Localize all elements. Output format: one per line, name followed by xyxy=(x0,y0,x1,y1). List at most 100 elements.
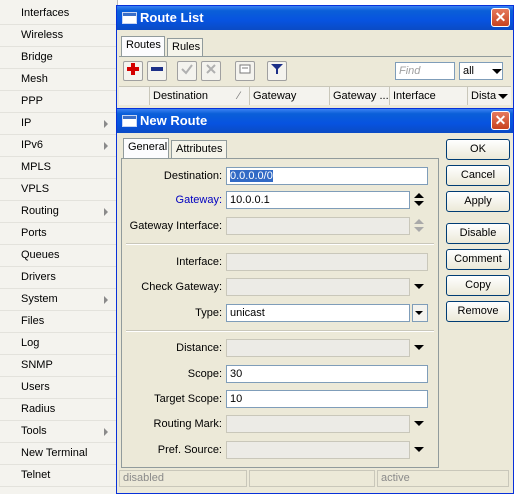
submenu-arrow-icon xyxy=(104,428,108,436)
gateway-updown-icon[interactable] xyxy=(414,193,424,207)
menu-item-ip[interactable]: IP xyxy=(0,113,116,135)
general-panel: Destination: 0.0.0.0/0 Gateway: 10.0.0.1… xyxy=(121,158,439,468)
menu-item-files[interactable]: Files xyxy=(0,311,116,333)
find-input[interactable]: Find xyxy=(395,62,455,80)
chevron-down-icon[interactable] xyxy=(414,284,424,289)
route-list-titlebar[interactable]: Route List ✕ xyxy=(117,6,513,30)
find-placeholder: Find xyxy=(399,65,421,77)
cancel-button[interactable]: Cancel xyxy=(446,165,510,186)
plus-icon xyxy=(127,63,139,75)
chevron-down-icon[interactable] xyxy=(414,447,424,452)
window-icon xyxy=(122,12,137,24)
window-icon xyxy=(122,115,137,127)
destination-field[interactable]: 0.0.0.0/0 xyxy=(226,167,428,185)
type-label: Type: xyxy=(195,307,222,319)
menu-item-interfaces[interactable]: Interfaces xyxy=(0,3,116,25)
column-distance[interactable]: Dista xyxy=(467,87,511,105)
status-empty xyxy=(249,470,375,487)
menu-item-label: Tools xyxy=(21,425,47,437)
menu-item-vpls[interactable]: VPLS xyxy=(0,179,116,201)
menu-item-ipv6[interactable]: IPv6 xyxy=(0,135,116,157)
menu-item-routing[interactable]: Routing xyxy=(0,201,116,223)
status-right-text: active xyxy=(381,472,410,484)
remove-button[interactable] xyxy=(147,61,167,81)
tab-attributes[interactable]: Attributes xyxy=(171,140,227,158)
target-scope-field[interactable]: 10 xyxy=(226,390,428,408)
scope-field[interactable]: 30 xyxy=(226,365,428,383)
route-list-window: Route List ✕ Routes Rules Find all Desti… xyxy=(116,5,514,115)
menu-item-label: Ports xyxy=(21,227,47,239)
menu-item-telnet[interactable]: Telnet xyxy=(0,465,116,487)
comment-button[interactable] xyxy=(235,61,255,81)
menu-item-system[interactable]: System xyxy=(0,289,116,311)
menu-item-log[interactable]: Log xyxy=(0,333,116,355)
submenu-arrow-icon xyxy=(104,296,108,304)
column-destination[interactable]: Destination ⁄ xyxy=(149,87,253,105)
menu-item-label: Users xyxy=(21,381,50,393)
chevron-down-icon xyxy=(492,69,502,74)
filter-select[interactable]: all xyxy=(459,62,503,80)
sort-icon: ⁄ xyxy=(238,90,240,102)
menu-item-snmp[interactable]: SNMP xyxy=(0,355,116,377)
check-gateway-select[interactable] xyxy=(226,278,410,296)
add-button[interactable] xyxy=(123,61,143,81)
column-label: Gateway ... xyxy=(333,90,389,102)
column-interface[interactable]: Interface xyxy=(389,87,471,105)
disable-button[interactable]: Disable xyxy=(446,223,510,244)
menu-item-bridge[interactable]: Bridge xyxy=(0,47,116,69)
menu-item-tools[interactable]: Tools xyxy=(0,421,116,443)
route-list-tabs: Routes Rules xyxy=(121,36,507,56)
menu-item-wireless[interactable]: Wireless xyxy=(0,25,116,47)
submenu-arrow-icon xyxy=(104,208,108,216)
menu-item-ppp[interactable]: PPP xyxy=(0,91,116,113)
menu-item-mesh[interactable]: Mesh xyxy=(0,69,116,91)
menu-item-users[interactable]: Users xyxy=(0,377,116,399)
menu-item-radius[interactable]: Radius xyxy=(0,399,116,421)
routing-mark-label: Routing Mark: xyxy=(153,418,222,430)
pref-source-select[interactable] xyxy=(226,441,410,459)
menu-item-label: Bridge xyxy=(21,51,53,63)
filter-button[interactable] xyxy=(267,61,287,81)
menu-item-new-terminal[interactable]: New Terminal xyxy=(0,443,116,465)
column-label: Dista xyxy=(471,90,497,102)
tab-label: General xyxy=(128,141,168,153)
disable-button[interactable] xyxy=(201,61,221,81)
column-label: Interface xyxy=(393,90,436,102)
type-select[interactable]: unicast xyxy=(226,304,410,322)
gateway-field[interactable]: 10.0.0.1 xyxy=(226,191,410,209)
submenu-arrow-icon xyxy=(104,120,108,128)
route-list-title: Route List xyxy=(140,10,204,25)
tab-rules[interactable]: Rules xyxy=(167,38,203,56)
apply-button[interactable]: Apply xyxy=(446,191,510,212)
filter-value: all xyxy=(463,65,475,77)
tab-routes[interactable]: Routes xyxy=(121,36,165,56)
status-active: active xyxy=(377,470,509,487)
distance-field[interactable] xyxy=(226,339,410,357)
new-route-titlebar[interactable]: New Route ✕ xyxy=(117,109,513,133)
routing-mark-select[interactable] xyxy=(226,415,410,433)
menu-item-queues[interactable]: Queues xyxy=(0,245,116,267)
new-route-close-button[interactable]: ✕ xyxy=(491,111,510,130)
column-gateway-status[interactable]: Gateway ... xyxy=(329,87,393,105)
route-list-toolbar: Find all xyxy=(119,56,511,87)
remove-button[interactable]: Remove xyxy=(446,301,510,322)
route-list-close-button[interactable]: ✕ xyxy=(491,8,510,27)
separator xyxy=(126,243,434,245)
menu-item-label: Log xyxy=(21,337,40,349)
menu-item-drivers[interactable]: Drivers xyxy=(0,267,116,289)
copy-button[interactable]: Copy xyxy=(446,275,510,296)
scope-value: 30 xyxy=(230,368,243,380)
chevron-down-icon[interactable] xyxy=(414,345,424,350)
ok-button[interactable]: OK xyxy=(446,139,510,160)
menu-item-label: Drivers xyxy=(21,271,56,283)
menu-item-ports[interactable]: Ports xyxy=(0,223,116,245)
menu-item-label: IP xyxy=(21,117,32,129)
tab-general[interactable]: General xyxy=(123,138,169,158)
comment-button[interactable]: Comment xyxy=(446,249,510,270)
chevron-down-icon[interactable] xyxy=(414,421,424,426)
menu-item-mpls[interactable]: MPLS xyxy=(0,157,116,179)
menu-item-label: New Terminal xyxy=(21,447,88,459)
type-dropdown-button[interactable] xyxy=(412,304,428,322)
column-gateway[interactable]: Gateway xyxy=(249,87,333,105)
enable-button[interactable] xyxy=(177,61,197,81)
